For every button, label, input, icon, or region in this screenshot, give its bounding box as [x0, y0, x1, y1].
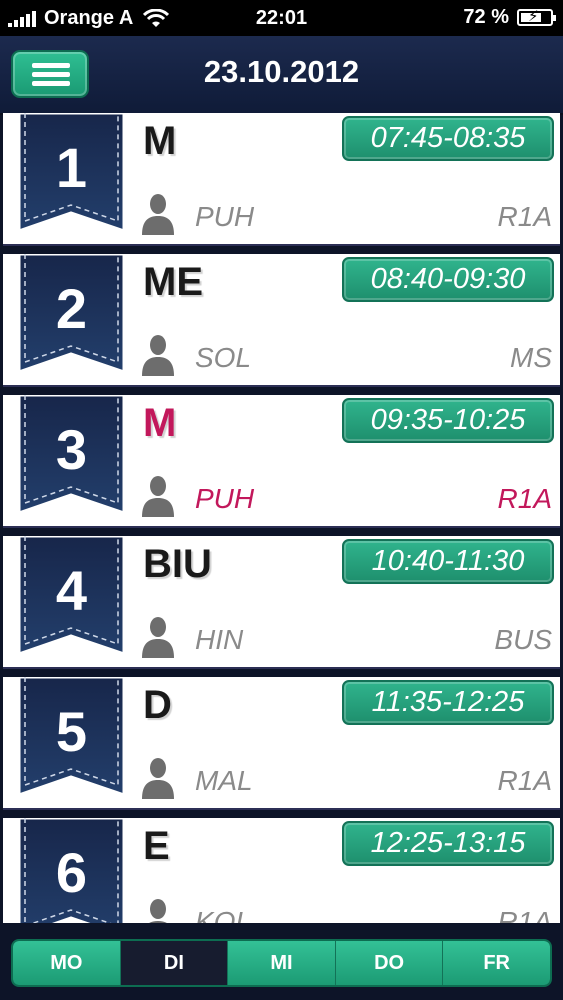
- lesson-number: 4: [55, 559, 88, 622]
- tab-fr[interactable]: FR: [443, 941, 550, 985]
- lesson-room: MS: [510, 342, 552, 373]
- lesson-number: 5: [55, 700, 88, 763]
- lesson-number-ribbon: 4: [19, 536, 124, 661]
- lesson-subject: E: [143, 824, 170, 868]
- lesson-row-6[interactable]: 6 E 12:25-13:15 KOL R1A: [3, 818, 560, 923]
- header: 23.10.2012: [0, 36, 563, 115]
- lesson-teacher: KOL: [195, 906, 252, 923]
- weekday-tab-bar: MO DI MI DO FR: [0, 923, 563, 1000]
- status-bar: Orange A 22:01 72 % ⚡: [0, 0, 563, 36]
- person-icon: [142, 617, 174, 658]
- lesson-subject: M: [143, 119, 177, 163]
- lesson-room: R1A: [497, 765, 552, 796]
- lesson-number: 3: [55, 418, 88, 481]
- lesson-row-1[interactable]: 1 M 07:45-08:35 PUH R1A: [3, 113, 560, 246]
- lesson-room: R1A: [497, 483, 552, 514]
- lesson-number: 1: [55, 136, 88, 199]
- lesson-time-badge: 08:40-09:30: [342, 257, 554, 302]
- status-right: 72 % ⚡: [463, 6, 556, 29]
- lesson-teacher: MAL: [195, 765, 253, 796]
- person-icon: [142, 758, 174, 799]
- lesson-time-badge: 11:35-12:25: [342, 680, 554, 725]
- person-icon: [149, 899, 167, 923]
- lesson-subject: ME: [143, 260, 203, 304]
- tab-mo[interactable]: MO: [13, 941, 121, 985]
- lesson-teacher: PUH: [195, 483, 255, 514]
- tab-di[interactable]: DI: [120, 941, 229, 985]
- lesson-room: R1A: [497, 201, 552, 232]
- lesson-number-ribbon: 1: [19, 113, 124, 238]
- lesson-time-badge: 07:45-08:35: [342, 116, 554, 161]
- lesson-time-badge: 12:25-13:15: [342, 821, 554, 866]
- lesson-teacher: SOL: [195, 342, 252, 373]
- lesson-list[interactable]: 1 M 07:45-08:35 PUH R1A 2 ME 08:40-09:30…: [0, 113, 563, 923]
- lesson-number-ribbon: 6: [19, 818, 124, 923]
- lesson-subject: BIU: [143, 542, 212, 586]
- lesson-row-5[interactable]: 5 D 11:35-12:25 MAL R1A: [3, 677, 560, 810]
- lesson-number-ribbon: 5: [19, 677, 124, 802]
- page-title: 23.10.2012: [203, 54, 360, 89]
- lesson-number: 6: [55, 841, 88, 904]
- lesson-row-4[interactable]: 4 BIU 10:40-11:30 HIN BUS: [3, 536, 560, 669]
- person-icon: [142, 194, 174, 235]
- battery-percent: 72 %: [463, 6, 509, 28]
- lesson-row-3[interactable]: 3 M 09:35-10:25 PUH R1A: [3, 395, 560, 528]
- person-icon: [142, 335, 174, 376]
- lesson-subject: M: [143, 401, 177, 445]
- tab-do[interactable]: DO: [335, 941, 444, 985]
- lesson-number-ribbon: 3: [19, 395, 124, 520]
- weekday-tabs: MO DI MI DO FR: [11, 939, 552, 987]
- lesson-teacher: HIN: [195, 624, 244, 655]
- person-icon: [142, 476, 174, 517]
- lesson-room: R1A: [497, 906, 552, 923]
- lesson-time-badge: 09:35-10:25: [342, 398, 554, 443]
- charging-bolt-icon: ⚡: [528, 8, 539, 25]
- lesson-subject: D: [143, 683, 172, 727]
- lesson-row-2[interactable]: 2 ME 08:40-09:30 SOL MS: [3, 254, 560, 387]
- lesson-number: 2: [55, 277, 88, 340]
- battery-icon: ⚡: [517, 8, 556, 26]
- tab-mi[interactable]: MI: [228, 941, 336, 985]
- lesson-teacher: PUH: [195, 201, 255, 232]
- lesson-time-badge: 10:40-11:30: [342, 539, 554, 584]
- lesson-number-ribbon: 2: [19, 254, 124, 379]
- lesson-room: BUS: [494, 624, 552, 655]
